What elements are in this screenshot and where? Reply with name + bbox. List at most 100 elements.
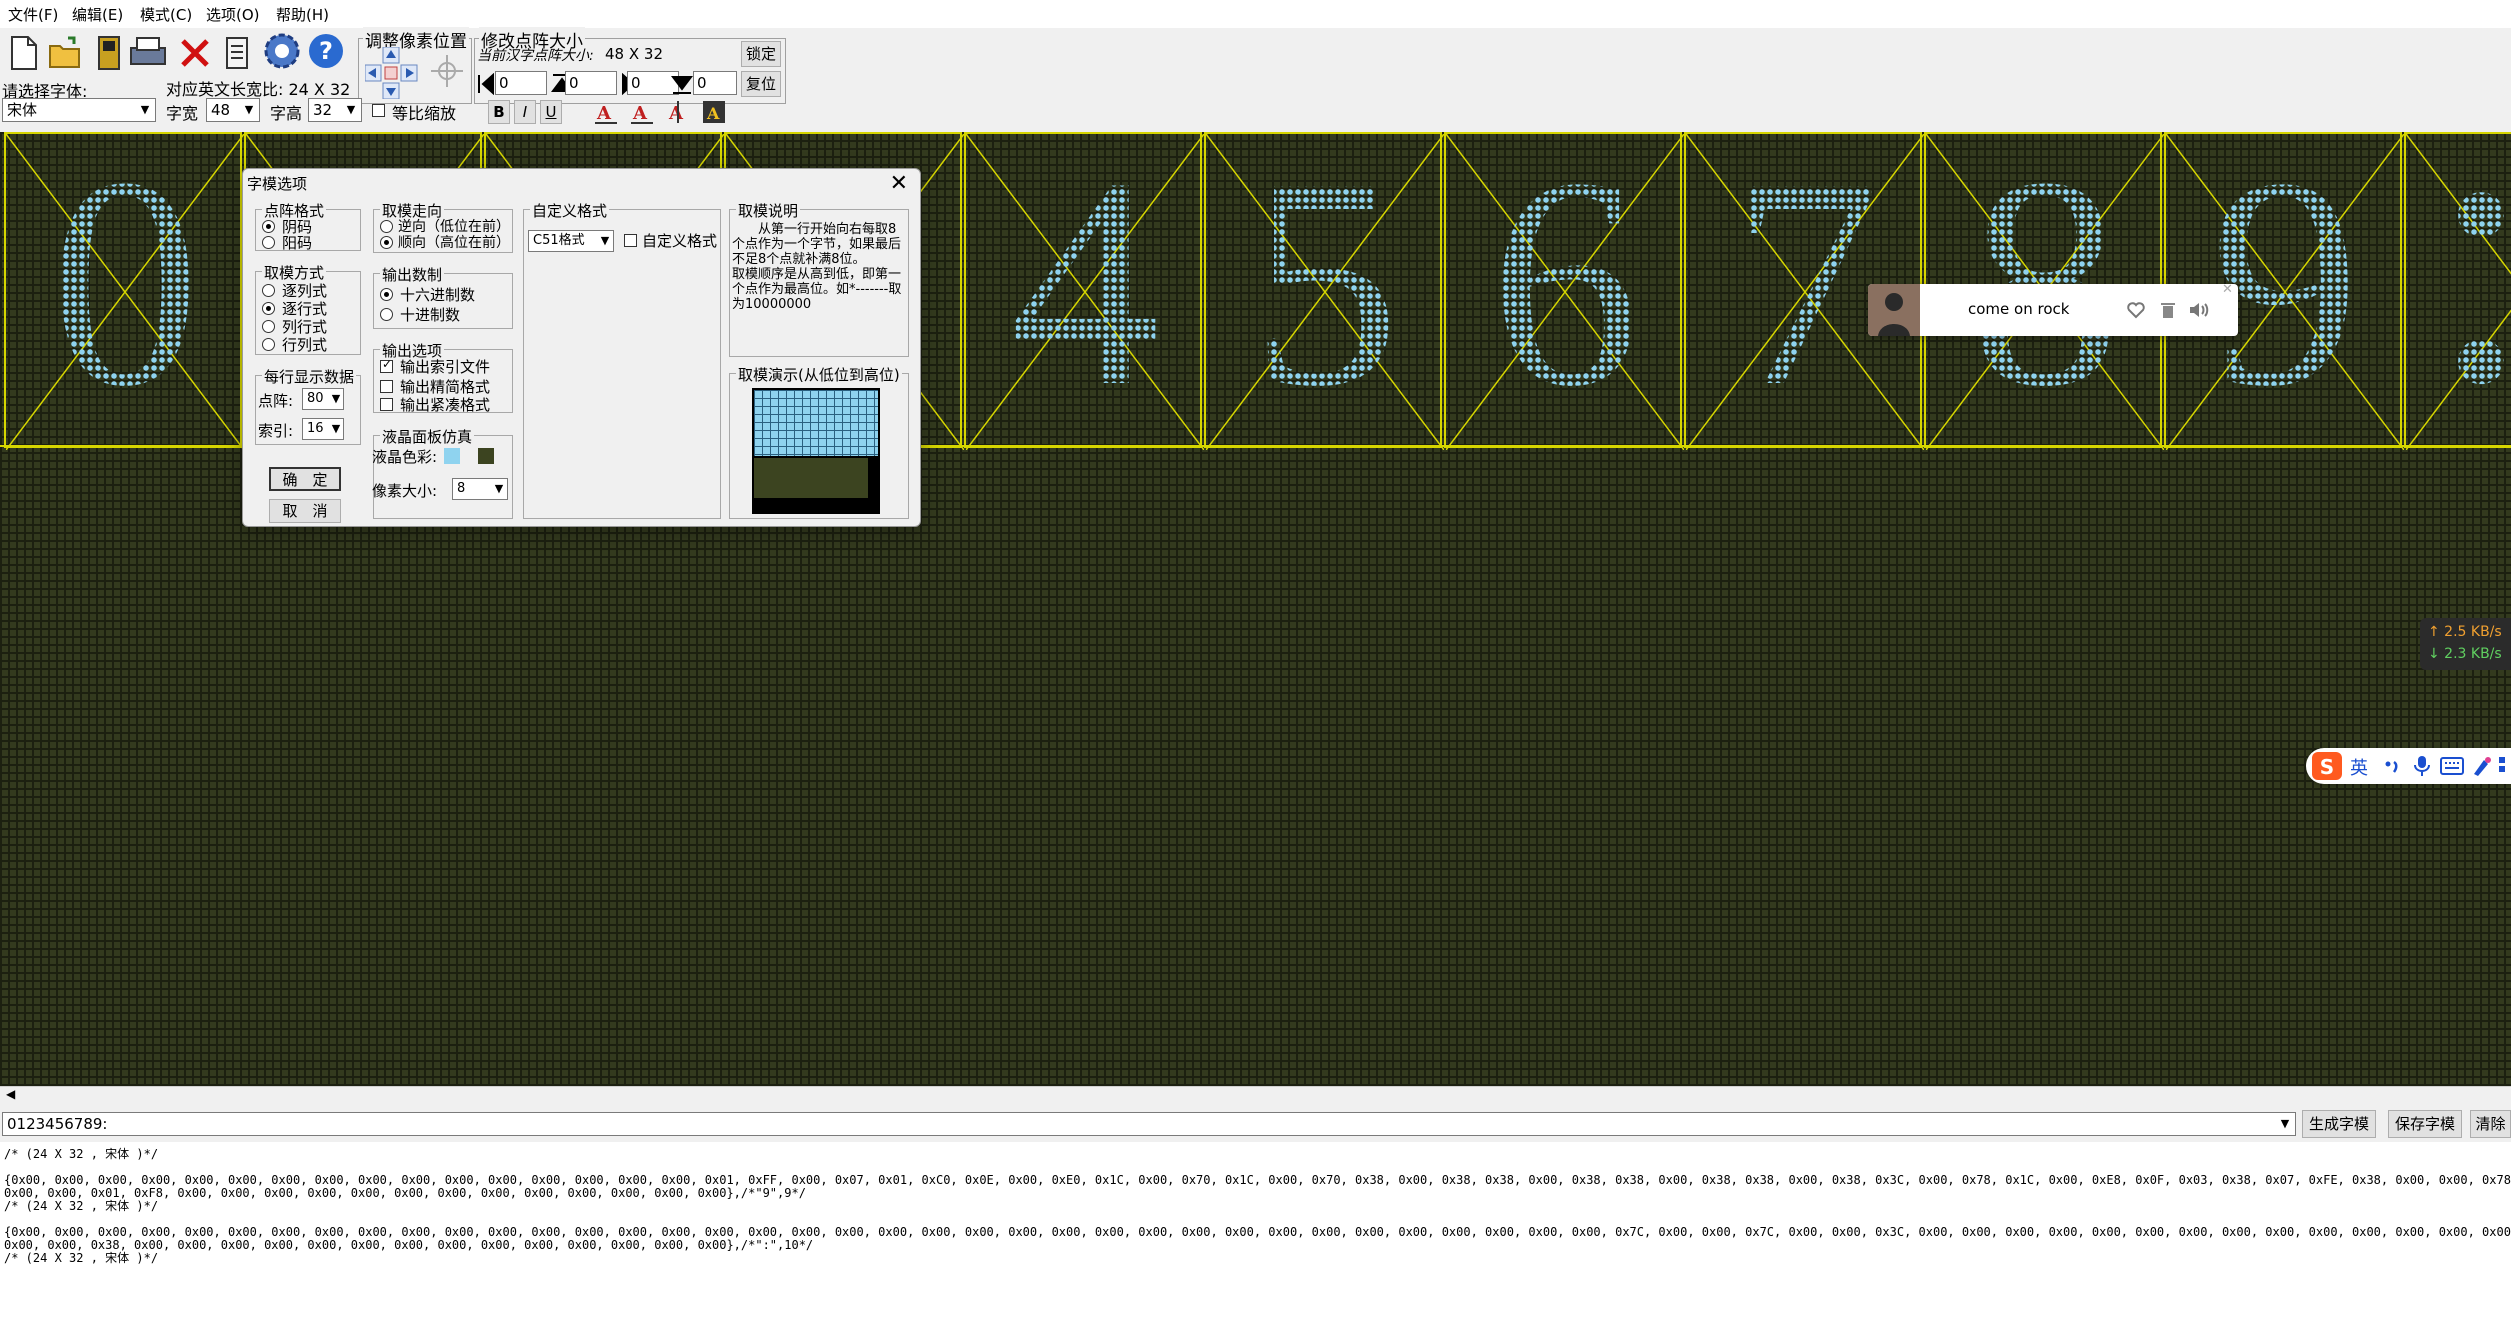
generate-button[interactable]: 生成字模	[2302, 1110, 2376, 1138]
top-spin[interactable]: 0	[565, 71, 617, 95]
ime-lang[interactable]: 英	[2350, 754, 2368, 780]
punctuation-icon[interactable]	[2382, 756, 2402, 776]
pixel-size-select[interactable]: 8 ▼	[452, 478, 508, 500]
dot-count-label: 点阵:	[258, 392, 294, 410]
radio-hex[interactable]	[380, 288, 393, 301]
microphone-icon[interactable]	[2412, 754, 2432, 778]
horizontal-scrollbar[interactable]: ◀	[0, 1086, 2511, 1105]
flip-horizontal-button[interactable]: A	[628, 98, 656, 126]
reset-button[interactable]: 复位	[741, 71, 781, 97]
flip-vertical-button[interactable]: A	[664, 98, 692, 126]
close-icon[interactable]: ✕	[890, 171, 908, 196]
output-line: /* (24 X 32 , 宋体 )*/	[4, 1147, 159, 1161]
chevron-down-icon: ▼	[329, 419, 343, 439]
checkbox-compact[interactable]	[380, 380, 393, 393]
album-cover	[1868, 284, 1920, 336]
song-title: come on rock	[1968, 300, 2070, 318]
save-button[interactable]	[90, 32, 128, 74]
menu-file[interactable]: 文件(F)	[8, 4, 58, 25]
heart-icon[interactable]	[2126, 300, 2146, 320]
radio-rowcol[interactable]	[262, 338, 275, 351]
ok-button[interactable]: 确 定	[269, 467, 341, 491]
help-button[interactable]: ?	[306, 30, 344, 72]
scroll-left-icon[interactable]: ◀	[6, 1087, 15, 1101]
clear-button[interactable]: 清除	[2470, 1110, 2511, 1138]
pixel-size-label: 像素大小:	[372, 482, 438, 500]
checkbox-index-file[interactable]: ✓	[380, 357, 393, 373]
document-button[interactable]	[218, 32, 256, 74]
custom-format-checkbox[interactable]	[624, 234, 637, 247]
help-icon: ?	[309, 34, 343, 68]
menu-options[interactable]: 选项(O)	[206, 4, 260, 25]
checkbox-tight[interactable]	[380, 398, 393, 411]
printer-icon	[130, 37, 166, 65]
radio-rowcol-label: 行列式	[282, 336, 328, 354]
new-file-button[interactable]	[4, 32, 42, 74]
scale-checkbox[interactable]	[372, 104, 385, 117]
save-font-button[interactable]: 保存字模	[2388, 1110, 2462, 1138]
radio-reverse[interactable]	[380, 220, 393, 233]
radio-row[interactable]	[262, 302, 275, 315]
skin-icon[interactable]	[2470, 754, 2494, 778]
font-select[interactable]: 宋体 ▼	[2, 98, 156, 122]
glyph-cell[interactable]: 0	[4, 132, 244, 450]
width-select[interactable]: 48 ▼	[206, 98, 260, 122]
height-value: 32	[313, 101, 333, 119]
print-button[interactable]	[128, 32, 166, 74]
radio-forward[interactable]	[380, 236, 393, 249]
radio-colrow[interactable]	[262, 320, 275, 333]
bold-button[interactable]: B	[488, 100, 510, 124]
underline-button[interactable]: U	[540, 100, 562, 124]
radio-positive[interactable]	[262, 236, 275, 249]
open-file-button[interactable]	[46, 32, 84, 74]
trash-icon[interactable]	[2158, 300, 2178, 320]
radio-dec[interactable]	[380, 308, 393, 321]
settings-button[interactable]	[262, 30, 300, 72]
radio-col[interactable]	[262, 284, 275, 297]
lock-button[interactable]: 锁定	[741, 41, 781, 67]
italic-button[interactable]: I	[514, 100, 536, 124]
lcd-bg-color-swatch[interactable]	[478, 448, 494, 464]
menu-edit[interactable]: 编辑(E)	[72, 4, 123, 25]
center-icon[interactable]	[429, 53, 465, 89]
height-select[interactable]: 32 ▼	[308, 98, 362, 122]
arrow-pad-icon[interactable]	[365, 47, 419, 99]
svg-text:A: A	[668, 103, 684, 124]
close-icon[interactable]: ✕	[2222, 282, 2233, 297]
left-spin[interactable]: 0	[495, 71, 547, 95]
volume-icon[interactable]	[2188, 300, 2210, 320]
cancel-button[interactable]: 取 消	[269, 499, 341, 523]
grid-menu-icon[interactable]	[2498, 756, 2511, 776]
glyph-cell[interactable]: 4	[964, 132, 1204, 450]
invert-button[interactable]: A	[700, 98, 728, 126]
net-speed-widget: ↑ 2.5 KB/s ↓ 2.3 KB/s	[2420, 618, 2511, 670]
glyph-cell[interactable]: ：	[2404, 132, 2511, 450]
text-input[interactable]: 0123456789: ▼	[2, 1112, 2296, 1136]
menu-bar: 文件(F) 编辑(E) 模式(C) 选项(O) 帮助(H)	[0, 0, 2511, 28]
shrink-left-icon[interactable]	[477, 73, 495, 95]
font-value: 宋体	[7, 101, 38, 119]
custom-format-label: 自定义格式	[642, 232, 718, 250]
dot-count-select[interactable]: 80 ▼	[302, 388, 344, 410]
ime-toolbar[interactable]: S 英	[2306, 748, 2511, 784]
output-textarea[interactable]: /* (24 X 32 , 宋体 )*/{0x00, 0x00, 0x00, 0…	[0, 1142, 2511, 1320]
menu-mode[interactable]: 模式(C)	[140, 4, 192, 25]
chevron-down-icon: ▼	[491, 479, 507, 499]
rotate-icon: A	[595, 103, 617, 124]
shrink-bottom-icon[interactable]	[671, 73, 693, 95]
keyboard-icon[interactable]	[2440, 756, 2464, 776]
bottom-spin[interactable]: 0	[693, 71, 737, 95]
music-widget[interactable]: come on rock ✕	[1868, 282, 2238, 336]
radio-forward-label: 顺向（高位在前）	[398, 235, 510, 251]
menu-help[interactable]: 帮助(H)	[276, 4, 329, 25]
lcd-sim-group: 液晶面板仿真 液晶色彩: 像素大小: 8 ▼	[372, 426, 513, 519]
glyph-cell[interactable]: 6	[1444, 132, 1684, 450]
rotate-button[interactable]: A	[592, 98, 620, 126]
format-select[interactable]: C51格式 ▼	[528, 230, 614, 252]
index-count-select[interactable]: 16 ▼	[302, 418, 344, 440]
lcd-fg-color-swatch[interactable]	[444, 448, 460, 464]
delete-button[interactable]	[176, 32, 214, 74]
dialog-title: 字模选项	[247, 175, 308, 193]
radio-negative[interactable]	[262, 220, 275, 233]
glyph-cell[interactable]: 5	[1204, 132, 1444, 450]
